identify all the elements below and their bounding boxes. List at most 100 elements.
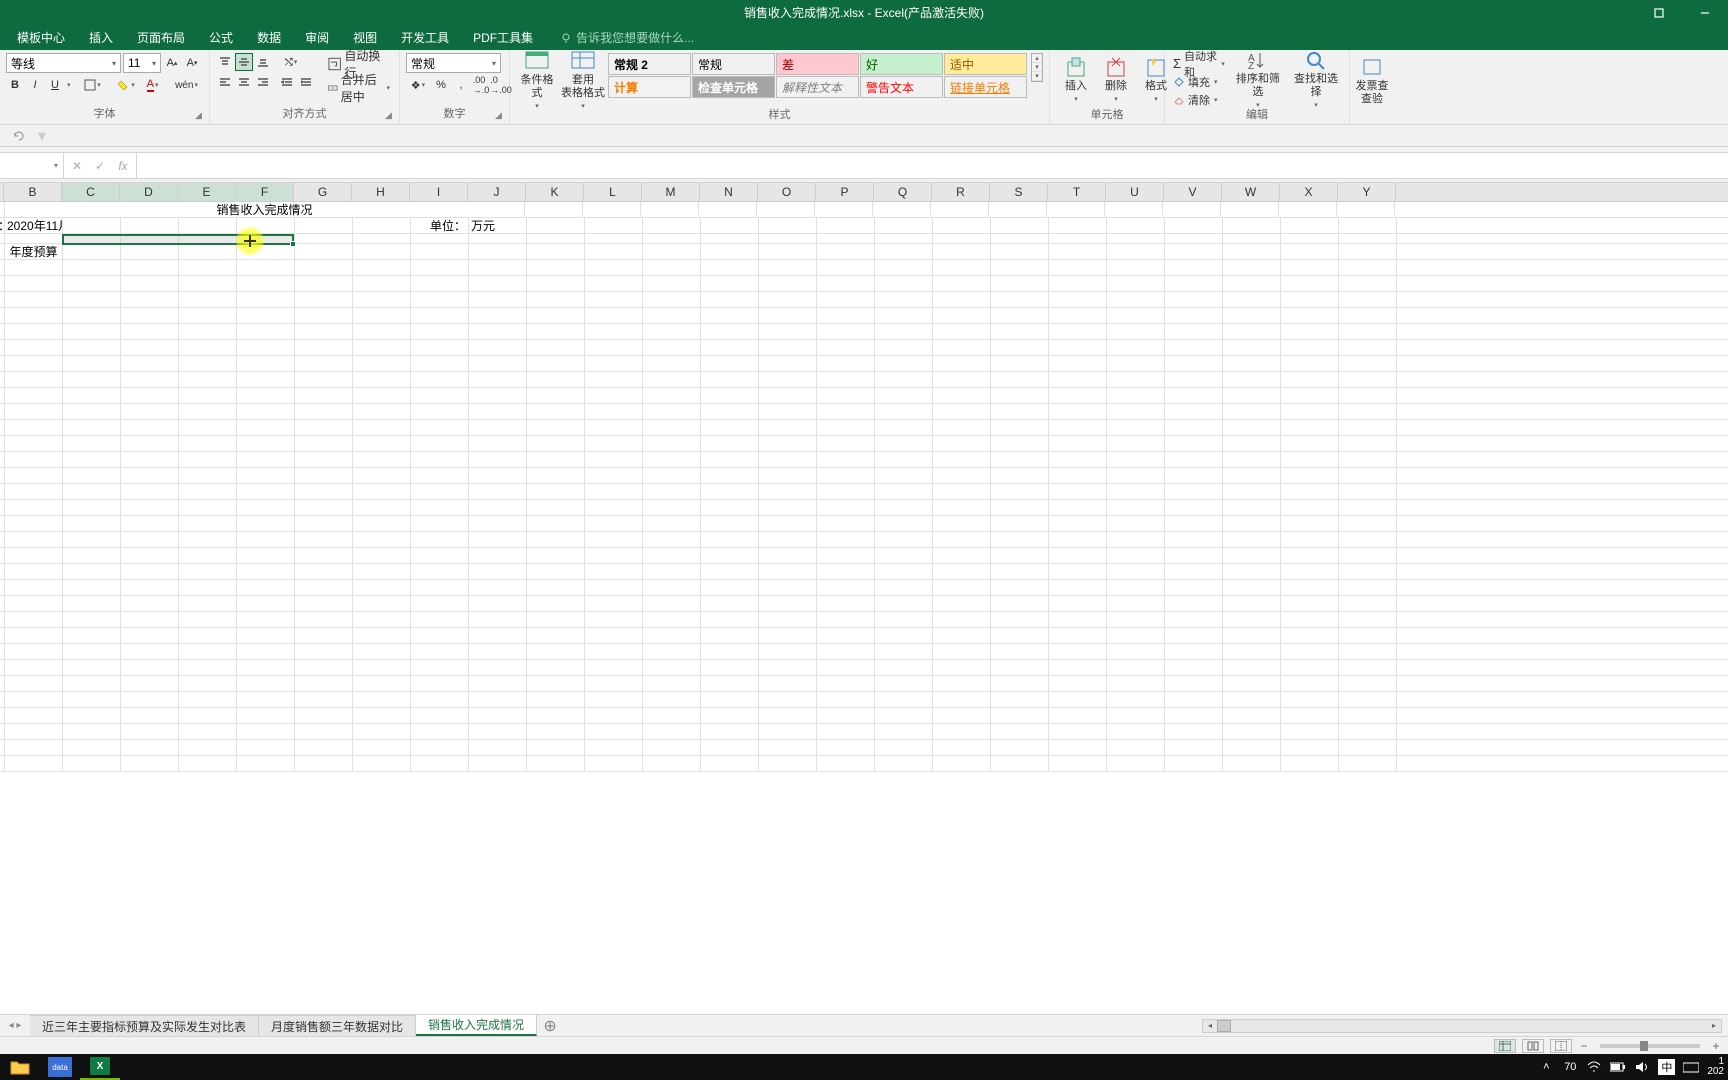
fill-color-button[interactable]: ▾ (115, 76, 139, 94)
grid-row-empty[interactable] (0, 324, 1728, 340)
grid-row-empty[interactable] (0, 596, 1728, 612)
col-header-S[interactable]: S (990, 183, 1048, 201)
col-header-Y[interactable]: Y (1338, 183, 1396, 201)
col-header-Q[interactable]: Q (874, 183, 932, 201)
menu-review[interactable]: 审阅 (293, 25, 341, 50)
tray-chevron-icon[interactable]: ˄ (1538, 1059, 1554, 1075)
phonetic-button[interactable]: wén▾ (175, 76, 199, 94)
decrease-indent-icon[interactable] (278, 73, 296, 91)
col-header-O[interactable]: O (758, 183, 816, 201)
grid-body[interactable]: 销售收入完成情况 日期： 2020年11月 单位： 万元 年度预算 /*rows… (0, 202, 1728, 772)
border-button[interactable]: ▾ (81, 76, 105, 94)
add-sheet-button[interactable]: ⊕ (537, 1015, 563, 1036)
menu-data[interactable]: 数据 (245, 25, 293, 50)
keyboard-icon[interactable] (1683, 1059, 1699, 1075)
chevron-down-icon[interactable]: ▾ (67, 81, 71, 89)
grid-row-empty[interactable] (0, 420, 1728, 436)
horizontal-scrollbar[interactable]: ◂ ▸ (1202, 1019, 1722, 1033)
menu-formulas[interactable]: 公式 (197, 25, 245, 50)
menu-developer[interactable]: 开发工具 (389, 25, 461, 50)
grid-row-1[interactable]: 销售收入完成情况 (0, 202, 1728, 218)
grid-row-empty[interactable] (0, 452, 1728, 468)
col-header-F[interactable]: F (236, 183, 294, 201)
conditional-formatting-button[interactable]: 条件格式▾ (516, 53, 558, 108)
menu-page-layout[interactable]: 页面布局 (125, 25, 197, 50)
align-right-icon[interactable] (254, 73, 272, 91)
col-header-I[interactable]: I (410, 183, 468, 201)
sheet-tab-0[interactable]: 近三年主要指标预算及实际发生对比表 (30, 1015, 259, 1036)
grid-row-empty[interactable] (0, 260, 1728, 276)
formula-input[interactable] (137, 153, 1728, 178)
menu-insert[interactable]: 插入 (77, 25, 125, 50)
autosum-button[interactable]: Σ自动求和▾ (1171, 55, 1227, 72)
comma-button[interactable]: , (452, 76, 470, 94)
grid-row-2[interactable]: 日期： 2020年11月 单位： 万元 (0, 218, 1728, 234)
wifi-icon[interactable] (1586, 1059, 1602, 1075)
merge-center-button[interactable]: 合并后居中▾ (325, 77, 393, 99)
scroll-right-icon[interactable]: ▸ (1707, 1020, 1721, 1032)
col-header-U[interactable]: U (1106, 183, 1164, 201)
col-header-B[interactable]: B (4, 183, 62, 201)
name-box[interactable]: ▾ (0, 153, 64, 178)
orientation-button[interactable]: ⤭▾ (278, 53, 304, 71)
grid-row-empty[interactable] (0, 612, 1728, 628)
excel-taskbar-icon[interactable]: X (80, 1054, 120, 1080)
grid-row-empty[interactable] (0, 468, 1728, 484)
col-header-T[interactable]: T (1048, 183, 1106, 201)
col-header-E[interactable]: E (178, 183, 236, 201)
col-header-M[interactable]: M (642, 183, 700, 201)
ime-indicator[interactable]: 中 (1658, 1059, 1675, 1075)
minimize-button[interactable] (1682, 0, 1728, 25)
col-header-L[interactable]: L (584, 183, 642, 201)
zoom-in-button[interactable]: + (1710, 1039, 1722, 1053)
font-dialog-launcher[interactable]: ◢ (195, 110, 207, 122)
grid-row-empty[interactable] (0, 356, 1728, 372)
increase-decimal-button[interactable]: .00→.0 (472, 76, 490, 94)
align-top-icon[interactable] (216, 53, 234, 71)
align-bottom-icon[interactable] (254, 53, 272, 71)
grid-row-empty[interactable] (0, 756, 1728, 772)
style-normal[interactable]: 常规 (692, 53, 775, 75)
grid-row-empty[interactable] (0, 660, 1728, 676)
menu-template-center[interactable]: 模板中心 (5, 25, 77, 50)
data-app-icon[interactable]: data (40, 1054, 80, 1080)
bold-button[interactable]: B (6, 76, 24, 94)
grid-row-empty[interactable] (0, 676, 1728, 692)
grid-row-empty[interactable] (0, 388, 1728, 404)
grid-row-empty[interactable] (0, 580, 1728, 596)
grid-row-empty[interactable] (0, 628, 1728, 644)
styles-gallery-expand[interactable]: ▴▾▾ (1031, 53, 1043, 82)
col-header-W[interactable]: W (1222, 183, 1280, 201)
grid-row-empty[interactable] (0, 692, 1728, 708)
style-normal2[interactable]: 常规 2 (608, 53, 691, 75)
cell-budget-label[interactable]: 年度预算 (5, 244, 63, 259)
insert-cells-button[interactable]: 插入▾ (1056, 53, 1096, 108)
enter-formula-button[interactable]: ✓ (90, 156, 110, 176)
tray-date[interactable]: 202 (1707, 1067, 1724, 1077)
grid-row-empty[interactable] (0, 564, 1728, 580)
font-size-combo[interactable]: 11▾ (123, 53, 161, 73)
insert-function-button[interactable]: fx (113, 156, 133, 176)
cell-unit-label[interactable]: 单位： (411, 218, 469, 233)
align-left-icon[interactable] (216, 73, 234, 91)
col-header-V[interactable]: V (1164, 183, 1222, 201)
align-center-icon[interactable] (235, 73, 253, 91)
style-warning[interactable]: 警告文本 (860, 76, 943, 98)
col-header-C[interactable]: C (62, 183, 120, 201)
col-header-X[interactable]: X (1280, 183, 1338, 201)
volume-icon[interactable] (1634, 1059, 1650, 1075)
sheet-tab-2[interactable]: 销售收入完成情况 (416, 1015, 537, 1036)
grid-row-empty[interactable] (0, 292, 1728, 308)
zoom-slider[interactable] (1600, 1044, 1700, 1048)
cell-unit-value[interactable]: 万元 (469, 218, 527, 233)
align-middle-icon[interactable] (235, 53, 253, 71)
underline-button[interactable]: U (46, 76, 64, 94)
col-header-N[interactable]: N (700, 183, 758, 201)
col-header-D[interactable]: D (120, 183, 178, 201)
decrease-decimal-button[interactable]: .0→.00 (492, 76, 510, 94)
col-header-K[interactable]: K (526, 183, 584, 201)
percent-button[interactable]: % (432, 76, 450, 94)
style-neutral[interactable]: 适中 (944, 53, 1027, 75)
menu-pdf-tools[interactable]: PDF工具集 (461, 25, 545, 50)
cancel-formula-button[interactable]: ✕ (67, 156, 87, 176)
